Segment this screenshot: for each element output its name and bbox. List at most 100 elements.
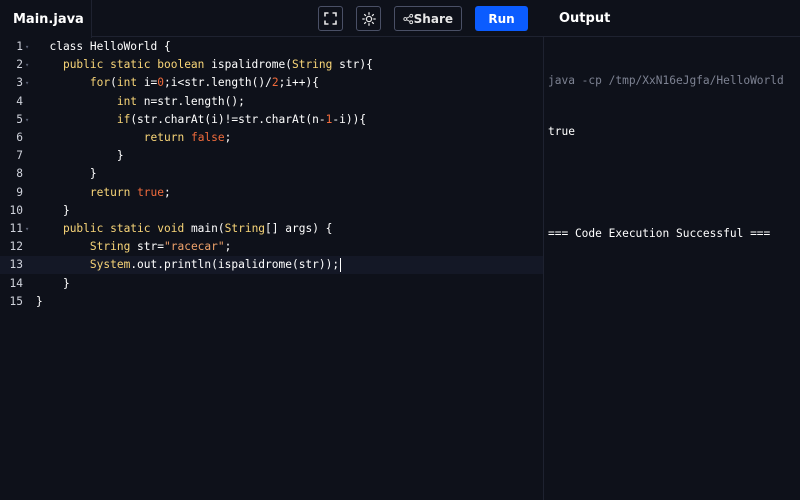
code-text: return false; bbox=[36, 129, 232, 147]
code-text: } bbox=[36, 202, 70, 220]
line-number: 9 bbox=[16, 185, 23, 199]
code-line[interactable]: 8 } bbox=[0, 165, 543, 183]
code-token: ( bbox=[110, 76, 117, 90]
code-token: ; bbox=[164, 185, 171, 199]
output-blank-line bbox=[548, 174, 800, 191]
code-token: -i)){ bbox=[332, 112, 367, 126]
fold-chevron-icon[interactable]: ▾ bbox=[25, 74, 33, 92]
line-number: 12 bbox=[9, 240, 23, 254]
code-token: } bbox=[36, 294, 43, 308]
code-text: } bbox=[36, 275, 70, 293]
code-line[interactable]: 2 ▾ public static boolean ispalidrome(Str… bbox=[0, 56, 543, 74]
code-token: } bbox=[36, 203, 70, 217]
code-token: String bbox=[224, 222, 266, 235]
fullscreen-button[interactable] bbox=[318, 6, 343, 31]
line-number: 5 bbox=[16, 112, 23, 126]
code-token: public static boolean bbox=[62, 58, 205, 72]
code-token: "racecar" bbox=[164, 240, 225, 254]
code-token: public static void bbox=[62, 222, 185, 235]
code-token: for bbox=[89, 76, 111, 90]
panel-divider[interactable] bbox=[543, 37, 544, 500]
code-token: i= bbox=[137, 76, 158, 90]
code-token: } bbox=[36, 276, 70, 290]
share-icon bbox=[403, 13, 414, 24]
code-line[interactable]: 14 } bbox=[0, 275, 543, 293]
code-token: String bbox=[89, 240, 131, 254]
code-line[interactable]: 11 ▾ public static void main(String[] arg… bbox=[0, 220, 543, 238]
line-number: 4 bbox=[16, 94, 23, 108]
fullscreen-icon bbox=[324, 12, 337, 25]
code-line[interactable]: 13 System.out.println(ispalidrome(str)); bbox=[0, 256, 543, 275]
code-token: int bbox=[116, 94, 138, 108]
run-button[interactable]: Run bbox=[475, 6, 528, 31]
code-token: 2 bbox=[271, 76, 279, 90]
file-tab-main-java[interactable]: Main.java bbox=[0, 0, 92, 38]
line-number: 10 bbox=[9, 203, 23, 217]
line-number: 2 bbox=[16, 58, 23, 72]
code-token: class HelloWorld { bbox=[36, 40, 171, 53]
fold-chevron-icon[interactable]: ▾ bbox=[25, 38, 33, 56]
code-text: class HelloWorld { bbox=[36, 38, 171, 56]
line-number: 8 bbox=[16, 167, 23, 181]
output-panel-title: Output bbox=[559, 11, 611, 26]
code-line[interactable]: 9 return true; bbox=[0, 184, 543, 202]
code-line[interactable]: 12 String str="racecar"; bbox=[0, 238, 543, 256]
line-number: 13 bbox=[9, 258, 23, 272]
code-text: return true; bbox=[36, 184, 171, 202]
share-label: Share bbox=[413, 11, 453, 26]
code-line[interactable]: 1 ▾ class HelloWorld { bbox=[0, 38, 543, 56]
sun-icon bbox=[361, 11, 376, 26]
fold-chevron-icon[interactable]: ▾ bbox=[25, 220, 33, 238]
code-token: return bbox=[89, 185, 131, 199]
code-text: } bbox=[36, 147, 124, 165]
output-result: true bbox=[548, 125, 575, 138]
code-token: [] args) { bbox=[265, 222, 333, 235]
code-token: int bbox=[116, 76, 138, 90]
code-line[interactable]: 5 ▾ if(str.charAt(i)!=str.charAt(n-1-i)){ bbox=[0, 111, 543, 129]
code-token: ;i<str.length()/ bbox=[164, 76, 272, 90]
code-token: System bbox=[89, 258, 131, 272]
code-token: ispalidrome( bbox=[204, 58, 292, 72]
code-text: for(int i=0;i<str.length()/2;i++){ bbox=[36, 74, 319, 92]
code-token: if bbox=[116, 112, 131, 126]
code-text: int n=str.length(); bbox=[36, 93, 245, 111]
fold-chevron-icon[interactable]: ▾ bbox=[25, 111, 33, 129]
code-token: } bbox=[36, 149, 124, 163]
code-text: } bbox=[36, 165, 97, 183]
code-line[interactable]: 10 } bbox=[0, 202, 543, 220]
output-status: === Code Execution Successful === bbox=[548, 227, 771, 240]
output-command: java -cp /tmp/XxN16eJgfa/HelloWorld bbox=[548, 74, 784, 87]
code-text: String str="racecar"; bbox=[36, 238, 231, 256]
code-token: main( bbox=[184, 222, 225, 235]
text-cursor bbox=[340, 258, 342, 273]
line-number: 1 bbox=[16, 40, 23, 53]
code-token: ; bbox=[224, 131, 232, 144]
code-token: ;i++){ bbox=[278, 76, 319, 90]
code-line[interactable]: 4 int n=str.length(); bbox=[0, 93, 543, 111]
theme-toggle-button[interactable] bbox=[356, 6, 381, 31]
code-line[interactable]: 15} bbox=[0, 293, 543, 311]
code-token: } bbox=[36, 167, 97, 181]
fold-chevron-icon[interactable]: ▾ bbox=[25, 56, 33, 74]
top-bar: Main.java Share Run Output bbox=[0, 0, 800, 38]
code-line[interactable]: 6 return false; bbox=[0, 129, 543, 147]
line-number: 7 bbox=[16, 149, 23, 163]
code-token: str= bbox=[130, 240, 164, 254]
line-number: 3 bbox=[16, 76, 23, 90]
code-token: n=str.length(); bbox=[137, 94, 245, 108]
code-token: String bbox=[291, 58, 333, 72]
share-button[interactable]: Share bbox=[394, 6, 462, 31]
code-line[interactable]: 7 } bbox=[0, 147, 543, 165]
code-token: ; bbox=[224, 240, 232, 254]
line-number: 15 bbox=[9, 294, 23, 308]
code-line[interactable]: 3 ▾ for(int i=0;i<str.length()/2;i++){ bbox=[0, 74, 543, 92]
code-editor[interactable]: 1 ▾ class HelloWorld {2 ▾ public static bo… bbox=[0, 38, 543, 500]
